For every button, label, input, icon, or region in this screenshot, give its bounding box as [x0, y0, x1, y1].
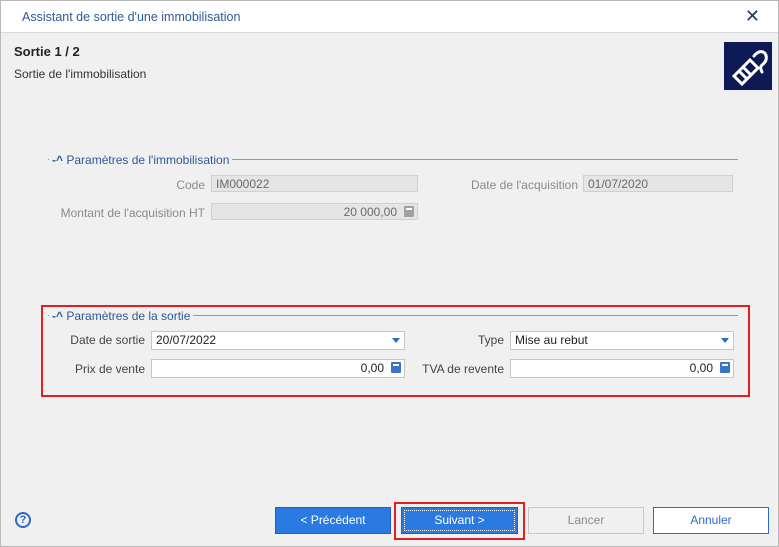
- wizard-header: Sortie 1 / 2 Sortie de l'immobilisation: [1, 33, 778, 99]
- exit-type-select[interactable]: Mise au rebut: [510, 331, 734, 350]
- sale-price-label: Prix de vente: [74, 362, 145, 376]
- exit-date-label: Date de sortie: [70, 333, 145, 347]
- previous-button[interactable]: < Précédent: [275, 507, 391, 534]
- calculator-icon[interactable]: [720, 362, 730, 373]
- window-title: Assistant de sortie d'une immobilisation: [22, 10, 241, 24]
- exit-type-label: Type: [477, 333, 504, 347]
- section-exit-title: -^ Paramètres de la sortie: [49, 309, 194, 323]
- exit-date-picker[interactable]: 20/07/2022: [151, 331, 405, 350]
- step-subtitle: Sortie de l'immobilisation: [14, 67, 147, 81]
- exit-date-value: 20/07/2022: [156, 333, 217, 347]
- wizard-icon: [724, 42, 772, 90]
- exit-type-value: Mise au rebut: [515, 333, 588, 347]
- launch-button[interactable]: Lancer: [528, 507, 644, 534]
- wizard-dialog: Assistant de sortie d'une immobilisation…: [0, 0, 779, 547]
- chevron-down-icon[interactable]: [721, 338, 729, 343]
- collapse-icon[interactable]: -^: [52, 153, 66, 167]
- title-bar: Assistant de sortie d'une immobilisation…: [1, 1, 778, 33]
- help-icon[interactable]: ?: [15, 512, 31, 528]
- resale-vat-value: 0,00: [689, 361, 713, 375]
- acquisition-date-label: Date de l'acquisition: [470, 178, 578, 192]
- acquisition-amount-field: 20 000,00: [211, 203, 418, 220]
- resale-vat-label: TVA de revente: [422, 362, 504, 376]
- acquisition-date-field: 01/07/2020: [583, 175, 733, 192]
- close-icon[interactable]: ✕: [745, 6, 760, 27]
- step-indicator: Sortie 1 / 2: [14, 44, 80, 59]
- sale-price-input[interactable]: 0,00: [151, 359, 405, 378]
- sale-price-value: 0,00: [360, 361, 384, 375]
- code-label: Code: [176, 178, 205, 192]
- resale-vat-input[interactable]: 0,00: [510, 359, 734, 378]
- calculator-icon: [404, 206, 414, 217]
- acquisition-amount-label: Montant de l'acquisition HT: [60, 206, 205, 220]
- collapse-icon[interactable]: -^: [52, 309, 66, 323]
- chevron-down-icon[interactable]: [392, 338, 400, 343]
- code-field: IM000022: [211, 175, 418, 192]
- section-asset-title: -^ Paramètres de l'immobilisation: [49, 153, 233, 167]
- calculator-icon[interactable]: [391, 362, 401, 373]
- next-button[interactable]: Suivant >: [401, 507, 518, 534]
- cancel-button[interactable]: Annuler: [653, 507, 769, 534]
- acquisition-amount-value: 20 000,00: [343, 205, 397, 219]
